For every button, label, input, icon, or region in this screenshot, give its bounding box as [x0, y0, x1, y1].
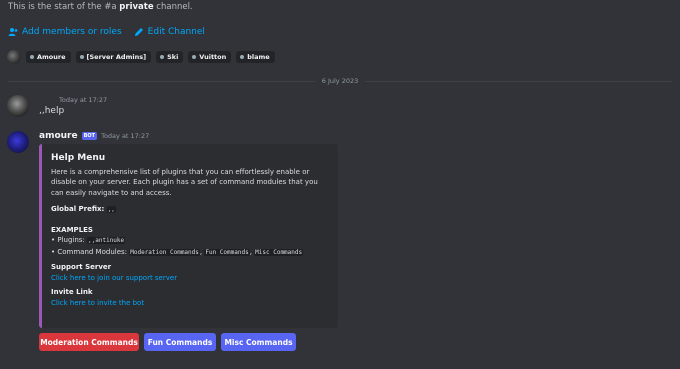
- role-color-dot: [192, 55, 197, 59]
- message-text: ,,help: [39, 106, 65, 116]
- bot-badge: BOT: [81, 132, 98, 140]
- role-label: blame: [247, 53, 270, 61]
- support-server-link[interactable]: Click here to join our support server: [51, 273, 330, 284]
- fun-commands-button[interactable]: Fun Commands: [144, 333, 216, 351]
- modules-example: • Command Modules: Moderation Commands, …: [51, 247, 304, 256]
- help-embed: Help Menu Here is a comprehensive list o…: [39, 144, 338, 328]
- global-prefix-line: Global Prefix: ,,: [51, 204, 330, 216]
- role-color-dot: [79, 55, 84, 59]
- pencil-icon: [134, 28, 143, 36]
- plugins-value: ,,antinuke: [87, 237, 126, 244]
- invite-bot-link[interactable]: Click here to invite the bot: [51, 298, 330, 309]
- command-buttons: Moderation Commands Fun Commands Misc Co…: [39, 333, 296, 351]
- global-prefix-value: ,,: [106, 206, 116, 213]
- embed-title: Help Menu: [51, 153, 106, 163]
- edit-channel-button[interactable]: Edit Channel: [134, 27, 205, 37]
- role-label: [Server Admins]: [86, 53, 147, 61]
- channel-actions: Add members or roles Edit Channel: [8, 27, 205, 37]
- module-name: Moderation Commands: [129, 248, 200, 256]
- role-label: Vuitton: [199, 53, 227, 61]
- role-chip[interactable]: Ski: [156, 51, 184, 63]
- role-color-dot: [160, 55, 165, 59]
- role-chip[interactable]: blame: [236, 51, 275, 63]
- role-chip[interactable]: Vuitton: [188, 51, 232, 63]
- support-server-heading: Support Server: [51, 263, 112, 271]
- module-name: Misc Commands: [254, 248, 304, 256]
- message-timestamp: Today at 17:27: [101, 132, 150, 140]
- add-members-button[interactable]: Add members or roles: [8, 27, 122, 37]
- role-label: Ski: [167, 53, 179, 61]
- channel-name: private: [119, 2, 154, 12]
- avatar[interactable]: [7, 50, 21, 64]
- channel-start-text: This is the start of the #a private chan…: [8, 2, 193, 12]
- bot-avatar[interactable]: [7, 131, 29, 153]
- edit-channel-label: Edit Channel: [147, 27, 205, 37]
- embed-description: Here is a comprehensive list of plugins …: [51, 167, 318, 197]
- modules-label: • Command Modules:: [51, 247, 130, 256]
- examples-heading: EXAMPLES: [51, 225, 93, 234]
- global-prefix-label: Global Prefix:: [51, 205, 105, 213]
- plugins-example: • Plugins: ,,antinuke: [51, 235, 330, 247]
- role-chip[interactable]: [Server Admins]: [75, 51, 152, 63]
- invite-link-heading: Invite Link: [51, 288, 93, 296]
- module-name: Fun Commands: [204, 248, 250, 256]
- moderation-commands-button[interactable]: Moderation Commands: [39, 333, 139, 351]
- date-divider-label: 6 July 2023: [315, 77, 365, 85]
- role-list: Amoure [Server Admins] Ski Vuitton blame: [7, 50, 275, 64]
- message-timestamp: Today at 17:27: [59, 96, 108, 104]
- user-avatar[interactable]: [7, 95, 29, 117]
- add-members-label: Add members or roles: [22, 27, 122, 37]
- channel-start-suffix: channel.: [153, 2, 193, 12]
- misc-commands-button[interactable]: Misc Commands: [221, 333, 296, 351]
- username[interactable]: amoure: [39, 131, 78, 141]
- role-color-dot: [240, 55, 245, 59]
- plugins-label: • Plugins:: [51, 236, 88, 244]
- role-color-dot: [30, 55, 34, 59]
- role-chip[interactable]: Amoure: [26, 51, 71, 63]
- message-header: amoure BOT Today at 17:27: [39, 131, 149, 141]
- add-user-icon: [8, 28, 18, 36]
- channel-start-prefix: This is the start of the #a: [8, 2, 120, 12]
- role-label: Amoure: [37, 53, 66, 61]
